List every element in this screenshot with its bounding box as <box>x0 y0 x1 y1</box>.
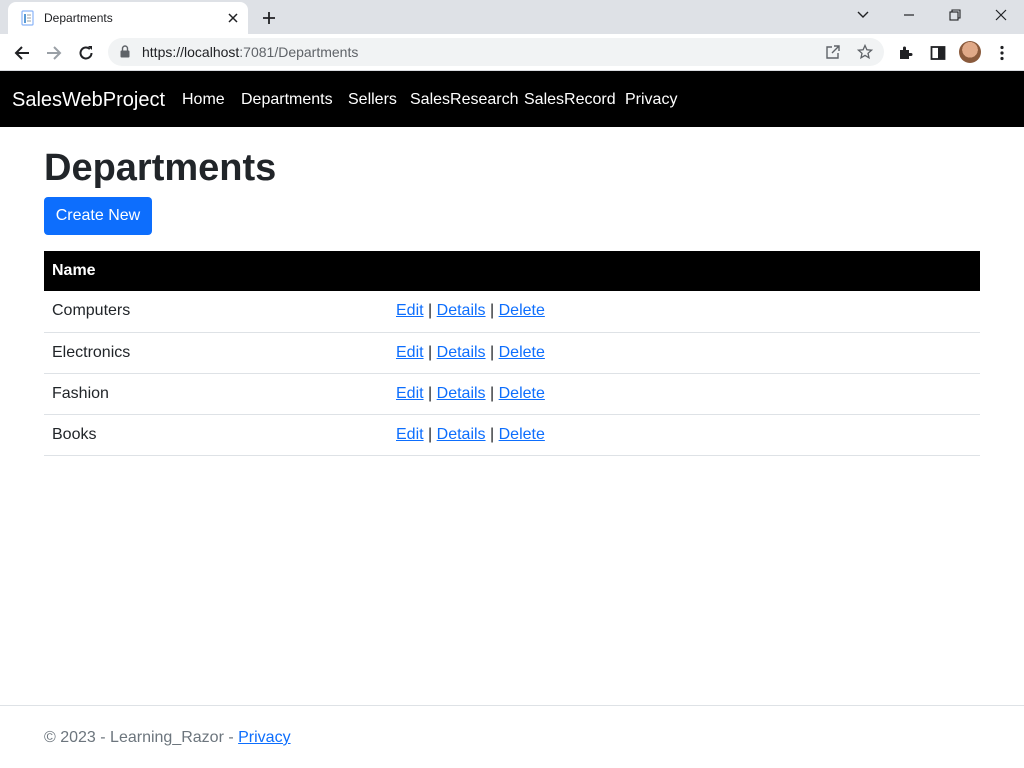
tab-close-icon[interactable] <box>224 9 242 27</box>
details-link[interactable]: Details <box>437 426 486 443</box>
action-separator: | <box>428 425 433 443</box>
browser-toolbar: https://localhost:7081/Departments <box>0 34 1024 71</box>
nav-link-sellers[interactable]: Sellers <box>348 90 397 110</box>
delete-link[interactable]: Delete <box>499 385 545 402</box>
action-separator: | <box>490 302 495 320</box>
browser-tabstrip: Departments <box>0 0 1024 34</box>
minimize-icon[interactable] <box>886 0 932 30</box>
page-favicon-icon <box>20 10 36 26</box>
delete-link[interactable]: Delete <box>499 426 545 443</box>
details-link[interactable]: Details <box>437 385 486 402</box>
side-panel-icon[interactable] <box>926 41 950 65</box>
row-actions: Edit | Details | Delete <box>388 332 980 374</box>
delete-link[interactable]: Delete <box>499 302 545 319</box>
table-row: Books Edit | Details | Delete <box>44 414 980 456</box>
edit-link[interactable]: Edit <box>396 426 424 443</box>
details-link[interactable]: Details <box>437 302 486 319</box>
reload-icon[interactable] <box>74 41 98 65</box>
extensions-puzzle-icon[interactable] <box>894 41 918 65</box>
bookmark-star-icon[interactable] <box>856 43 874 61</box>
footer-text: © 2023 - Learning_Razor - Privacy <box>44 728 291 748</box>
nav-link-home[interactable]: Home <box>182 90 225 110</box>
tab-title: Departments <box>44 11 113 25</box>
action-separator: | <box>490 384 495 402</box>
window-close-icon[interactable] <box>978 0 1024 30</box>
navbar-brand[interactable]: SalesWebProject <box>12 88 165 112</box>
site-navbar: SalesWebProject Home Departments Sellers… <box>0 71 1024 127</box>
nav-link-salesrecord[interactable]: SalesRecord <box>524 90 616 110</box>
action-separator: | <box>428 302 433 320</box>
nav-link-salesresearch[interactable]: SalesResearch <box>410 90 519 110</box>
action-separator: | <box>428 343 433 361</box>
department-name: Computers <box>44 291 388 333</box>
back-icon[interactable] <box>10 41 34 65</box>
action-separator: | <box>428 384 433 402</box>
row-actions: Edit | Details | Delete <box>388 373 980 415</box>
edit-link[interactable]: Edit <box>396 385 424 402</box>
action-separator: | <box>490 425 495 443</box>
row-actions: Edit | Details | Delete <box>388 414 980 456</box>
nav-link-privacy[interactable]: Privacy <box>625 90 677 110</box>
lock-icon[interactable] <box>120 45 130 63</box>
column-header-name: Name <box>44 251 980 291</box>
row-actions: Edit | Details | Delete <box>388 291 980 333</box>
new-tab-icon[interactable] <box>258 7 280 29</box>
address-bar[interactable]: https://localhost:7081/Departments <box>108 38 884 66</box>
edit-link[interactable]: Edit <box>396 344 424 361</box>
department-name: Electronics <box>44 332 388 374</box>
nav-link-departments[interactable]: Departments <box>241 90 333 110</box>
table-row: Fashion Edit | Details | Delete <box>44 373 980 415</box>
department-name: Fashion <box>44 373 388 415</box>
department-name: Books <box>44 414 388 456</box>
browser-menu-icon[interactable] <box>990 41 1014 65</box>
table-header-row: Name <box>44 251 980 291</box>
url-host: https://localhost <box>142 44 240 60</box>
action-separator: | <box>490 343 495 361</box>
tab-search-chevron-icon[interactable] <box>840 0 886 30</box>
profile-avatar[interactable] <box>959 41 981 63</box>
url-path: :7081/Departments <box>239 44 359 60</box>
share-icon[interactable] <box>824 43 842 61</box>
delete-link[interactable]: Delete <box>499 344 545 361</box>
table-row: Electronics Edit | Details | Delete <box>44 332 980 374</box>
footer-privacy-link[interactable]: Privacy <box>238 729 290 746</box>
edit-link[interactable]: Edit <box>396 302 424 319</box>
page-title: Departments <box>44 147 277 189</box>
table-row: Computers Edit | Details | Delete <box>44 291 980 333</box>
footer-copyright: © 2023 - Learning_Razor - <box>44 729 239 746</box>
restore-icon[interactable] <box>932 0 978 30</box>
forward-icon[interactable] <box>42 41 66 65</box>
departments-table: Name Computers Edit | Details | Delete E… <box>44 251 980 456</box>
details-link[interactable]: Details <box>437 344 486 361</box>
browser-tab-active[interactable]: Departments <box>8 2 248 34</box>
site-footer: © 2023 - Learning_Razor - Privacy <box>0 705 1024 768</box>
url-text: https://localhost:7081/Departments <box>142 44 358 60</box>
create-new-button[interactable]: Create New <box>44 197 152 235</box>
